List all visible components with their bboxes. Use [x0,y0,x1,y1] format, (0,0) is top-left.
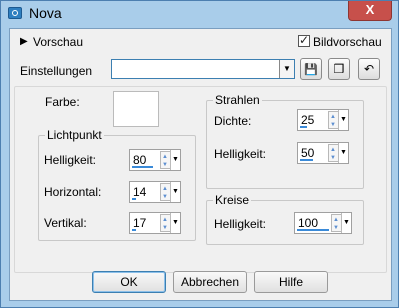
light-brightness-label: Helligkeit: [44,153,97,167]
horizontal-spinner[interactable]: 14 ▲ ▼ ▼ [129,181,181,203]
circle-brightness-label: Helligkeit: [214,217,267,231]
density-label: Dichte: [214,114,252,128]
level-bar [297,229,329,231]
dialog-window: Nova X ▶ Vorschau Bildvorschau Einstellu… [0,0,399,308]
cube-icon: ❒ [333,62,345,76]
dropdown-arrow-icon[interactable]: ▼ [338,143,348,163]
title-bar[interactable]: Nova X [1,1,398,27]
level-bar [132,198,136,200]
color-swatch[interactable] [113,91,159,127]
horizontal-label: Horizontal: [44,185,102,199]
dropdown-arrow-icon[interactable]: ▼ [338,110,348,130]
dropdown-arrow-icon[interactable]: ▼ [170,150,180,170]
image-preview-label: Bildvorschau [313,35,382,49]
level-bar [132,166,153,168]
settings-combobox[interactable]: ▼ [111,59,295,79]
spin-value: 17 [133,216,147,230]
spin-value: 50 [301,146,315,160]
help-button[interactable]: Hilfe [254,271,328,293]
dropdown-arrow-icon[interactable]: ▼ [341,213,351,233]
color-label: Farbe: [45,95,80,109]
image-preview-checkbox[interactable] [298,33,310,47]
spin-value: 25 [301,113,315,127]
floppy-disk-icon: 💾 [304,64,318,76]
window-title: Nova [29,5,62,21]
level-bar [132,229,136,231]
dropdown-arrow-icon[interactable]: ▼ [170,182,180,202]
spin-value: 14 [133,185,147,199]
dropdown-arrow-icon[interactable]: ▼ [170,213,180,233]
dropdown-arrow-icon[interactable]: ▼ [279,60,294,78]
cancel-button[interactable]: Abbrechen [173,271,247,293]
level-bar [300,159,313,161]
ok-button[interactable]: OK [92,271,166,293]
close-button[interactable]: X [348,1,392,21]
preview-toggle[interactable]: Vorschau [33,35,83,49]
spin-value: 100 [298,216,319,230]
reset-button[interactable]: ↶ [358,58,380,80]
ray-brightness-label: Helligkeit: [214,147,267,161]
load-preset-button[interactable]: ❒ [328,58,350,80]
settings-label: Einstellungen [20,64,93,78]
camera-icon [8,7,22,19]
reset-icon: ↶ [363,62,375,76]
density-spinner[interactable]: 25 ▲ ▼ ▼ [297,109,349,131]
light-brightness-spinner[interactable]: 80 ▲ ▼ ▼ [129,149,181,171]
lichtpunkt-title: Lichtpunkt [45,128,104,142]
strahlen-title: Strahlen [213,93,262,107]
level-bar [300,126,307,128]
save-preset-button[interactable]: 💾 [300,58,322,80]
circle-brightness-spinner[interactable]: 100 ▲ ▼ ▼ [294,212,352,234]
kreise-title: Kreise [213,193,252,207]
chevron-right-icon[interactable]: ▶ [20,36,28,47]
ray-brightness-spinner[interactable]: 50 ▲ ▼ ▼ [297,142,349,164]
vertical-spinner[interactable]: 17 ▲ ▼ ▼ [129,212,181,234]
spin-value: 80 [133,153,147,167]
dialog-body: ▶ Vorschau Bildvorschau Einstellungen ▼ … [9,28,392,301]
vertical-label: Vertikal: [44,216,87,230]
